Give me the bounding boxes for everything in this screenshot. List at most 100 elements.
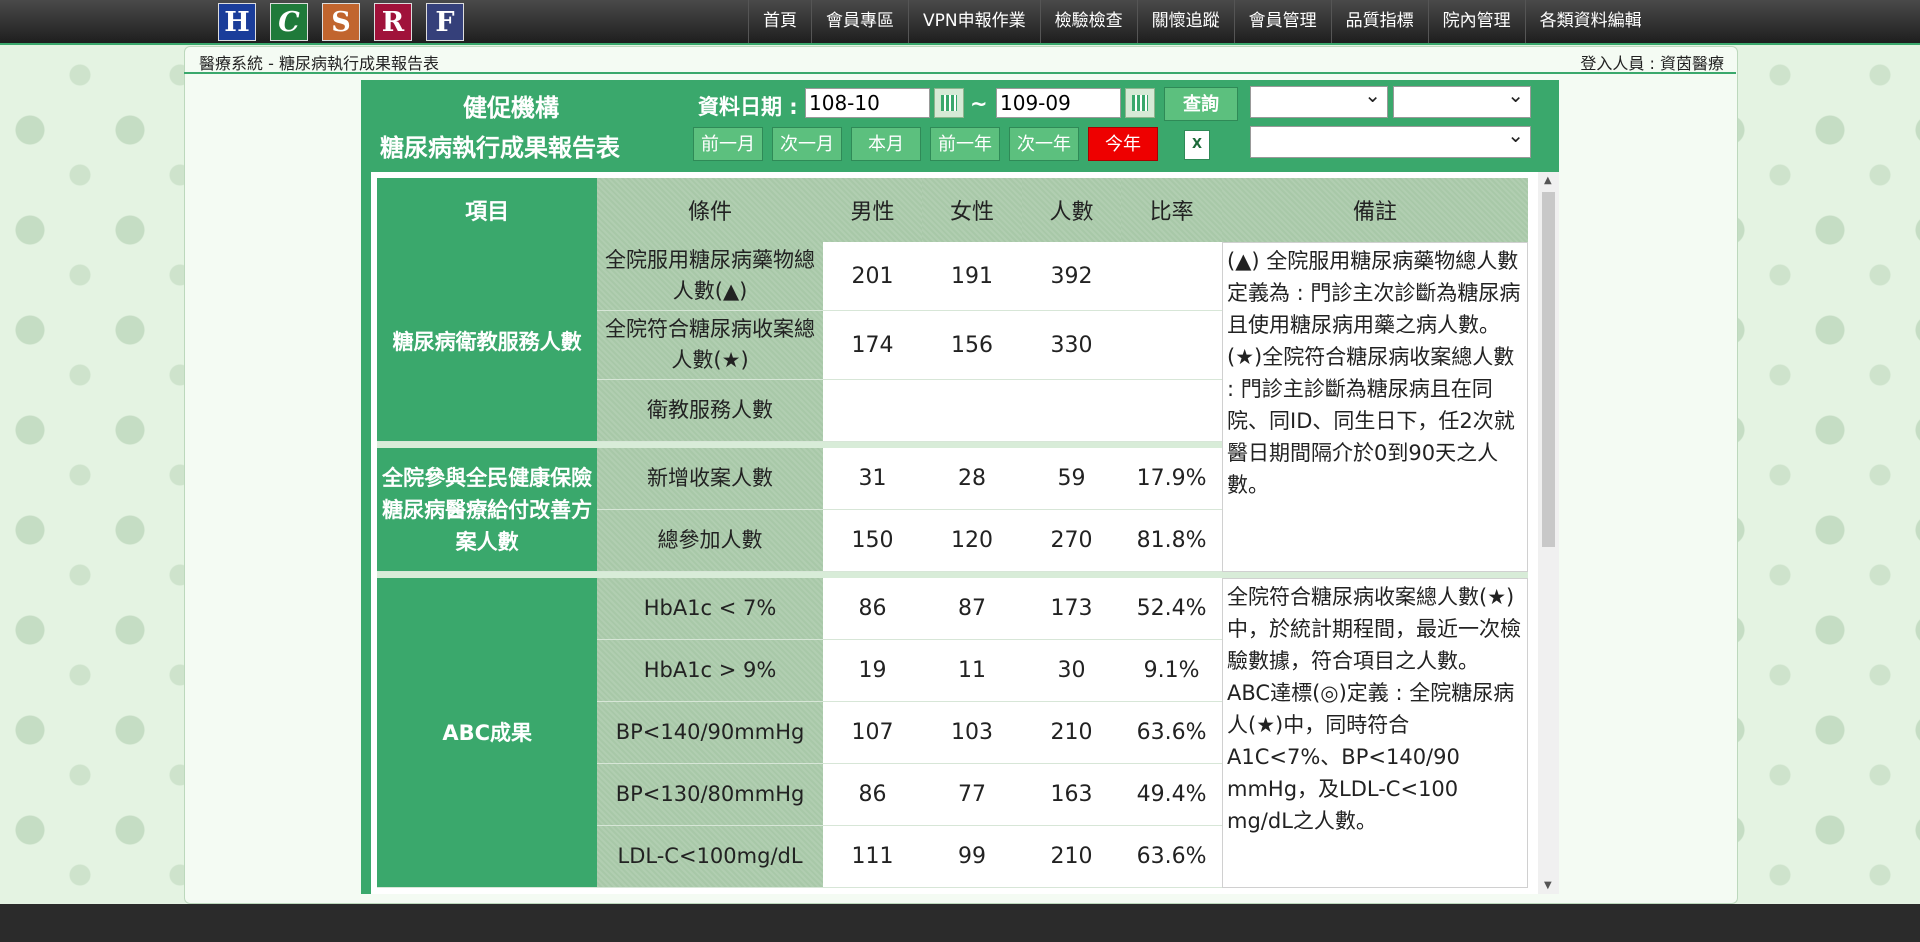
cond-cell: 衛教服務人數 [597,380,823,442]
scroll-up-icon[interactable]: ▲ [1544,175,1552,186]
male-cell: 174 [822,311,923,380]
org-name: 健促機構 [463,94,559,122]
remarks-note-1: (▲) 全院服用糖尿病藥物總人數定義為 : 門診主次診斷為糖尿病且使用糖尿病用藥… [1222,242,1528,572]
total-cell: 163 [1021,764,1122,826]
female-cell: 103 [922,702,1022,764]
nav-hospital-management[interactable]: 院內管理 [1427,0,1525,43]
breadcrumb-divider [184,72,1736,74]
logo-h[interactable]: H [218,3,256,41]
total-cell: 59 [1021,448,1122,510]
this-year-button[interactable]: 今年 [1088,127,1158,161]
top-nav-bar: H C S R F 首頁 會員專區 VPN申報作業 檢驗檢查 關懷追蹤 會員管理… [0,0,1920,45]
cond-cell: 總參加人數 [597,510,823,572]
this-month-button[interactable]: 本月 [851,127,921,161]
cond-cell: 全院服用糖尿病藥物總人數(▲) [597,242,823,311]
cond-cell: BP<130/80mmHg [597,764,823,826]
scrollbar-thumb[interactable] [1542,192,1555,547]
rate-cell [1121,242,1222,311]
male-cell: 150 [822,510,923,572]
bottom-bar [0,904,1920,942]
remarks-text-2: 全院符合糖尿病收案總人數(★)中，於統計期程間，最近一次檢驗數據，符合項目之人數… [1227,585,1521,833]
calendar-from-icon[interactable] [934,88,964,118]
cond-cell: LDL-C<100mg/dL [597,826,823,888]
female-cell: 120 [922,510,1022,572]
date-label: 資料日期 : [698,95,798,119]
male-cell: 86 [822,764,923,826]
logo-f[interactable]: F [426,3,464,41]
header-item: 項目 [377,178,598,242]
item-abc-outcomes: ABC成果 [377,578,598,888]
header-female: 女性 [922,178,1022,242]
nav-member-management[interactable]: 會員管理 [1233,0,1331,43]
filter-select-3[interactable] [1250,123,1531,158]
header-male: 男性 [822,178,923,242]
nav-vpn-report[interactable]: VPN申報作業 [908,0,1040,43]
total-cell: 392 [1021,242,1122,311]
header-total: 人數 [1021,178,1122,242]
female-cell: 87 [922,578,1022,640]
nav-quality-indicators[interactable]: 品質指標 [1330,0,1428,43]
prev-month-button[interactable]: 前一月 [693,127,763,161]
report-table: 項目 條件 男性 女性 人數 比率 備註 糖尿病衛教服務人數 全院服用糖尿病藥物… [377,178,1528,888]
male-cell [822,380,923,442]
table-scrollbar[interactable]: ▲ ▼ [1538,172,1559,894]
nav-home[interactable]: 首頁 [748,0,811,43]
table-row: 糖尿病衛教服務人數 全院服用糖尿病藥物總人數(▲) 201 191 392 (▲… [377,242,1528,572]
logo-r[interactable]: R [374,3,412,41]
filter-select-2[interactable] [1393,83,1531,118]
calendar-to-icon[interactable] [1125,88,1155,118]
table-row: ABC成果 HbA1c < 7% 86 87 173 52.4% 全院符合糖尿病… [377,578,1528,888]
female-cell: 99 [922,826,1022,888]
scroll-down-icon[interactable]: ▼ [1544,880,1552,891]
query-button[interactable]: 查詢 [1164,87,1238,121]
table-header-row: 項目 條件 男性 女性 人數 比率 備註 [377,178,1528,242]
male-cell: 19 [822,640,923,702]
prev-year-button[interactable]: 前一年 [930,127,1000,161]
female-cell: 11 [922,640,1022,702]
total-cell: 210 [1021,826,1122,888]
header-rate: 比率 [1121,178,1222,242]
logo-s[interactable]: S [322,3,360,41]
logged-in-user: 登入人員 : 資茵醫療 [1580,54,1724,73]
main-menu: 首頁 會員專區 VPN申報作業 檢驗檢查 關懷追蹤 會員管理 品質指標 院內管理… [748,0,1656,43]
item-diabetes-education: 糖尿病衛教服務人數 [377,242,598,442]
logo-c[interactable]: C [270,3,308,41]
nav-lab-tests[interactable]: 檢驗檢查 [1039,0,1137,43]
cond-cell: BP<140/90mmHg [597,702,823,764]
male-cell: 111 [822,826,923,888]
cond-cell: 全院符合糖尿病收案總人數(★) [597,311,823,380]
rate-cell [1121,311,1222,380]
filter-select-1[interactable] [1250,83,1388,118]
item-nhi-improvement-program: 全院參與全民健康保險糖尿病醫療給付改善方案人數 [377,448,598,572]
next-year-button[interactable]: 次一年 [1009,127,1079,161]
remarks-note-2: 全院符合糖尿病收案總人數(★)中，於統計期程間，最近一次檢驗數據，符合項目之人數… [1222,578,1528,888]
female-cell: 191 [922,242,1022,311]
breadcrumb: 醫療系統 - 糖尿病執行成果報告表 [199,54,439,73]
header-remarks: 備註 [1222,178,1528,242]
remarks-text-1: (▲) 全院服用糖尿病藥物總人數定義為 : 門診主次診斷為糖尿病且使用糖尿病用藥… [1227,249,1521,497]
female-cell: 77 [922,764,1022,826]
date-from-input[interactable]: 108-10 [805,88,930,118]
date-range-separator: ~ [970,92,988,116]
total-cell: 30 [1021,640,1122,702]
male-cell: 86 [822,578,923,640]
female-cell [922,380,1022,442]
header-condition: 條件 [597,178,823,242]
total-cell: 330 [1021,311,1122,380]
total-cell: 210 [1021,702,1122,764]
total-cell: 270 [1021,510,1122,572]
rate-cell [1121,380,1222,442]
date-to-input[interactable]: 109-09 [996,88,1121,118]
rate-cell: 17.9% [1121,448,1222,510]
nav-member-zone[interactable]: 會員專區 [811,0,908,43]
rate-cell: 81.8% [1121,510,1222,572]
next-month-button[interactable]: 次一月 [772,127,842,161]
cond-cell: 新增收案人數 [597,448,823,510]
report-table-wrapper: 項目 條件 男性 女性 人數 比率 備註 糖尿病衛教服務人數 全院服用糖尿病藥物… [371,172,1538,894]
nav-care-tracking[interactable]: 關懷追蹤 [1136,0,1234,43]
excel-export-icon[interactable]: X [1184,130,1210,160]
rate-cell: 9.1% [1121,640,1222,702]
nav-data-editing[interactable]: 各類資料編輯 [1524,0,1656,43]
rate-cell: 49.4% [1121,764,1222,826]
female-cell: 28 [922,448,1022,510]
